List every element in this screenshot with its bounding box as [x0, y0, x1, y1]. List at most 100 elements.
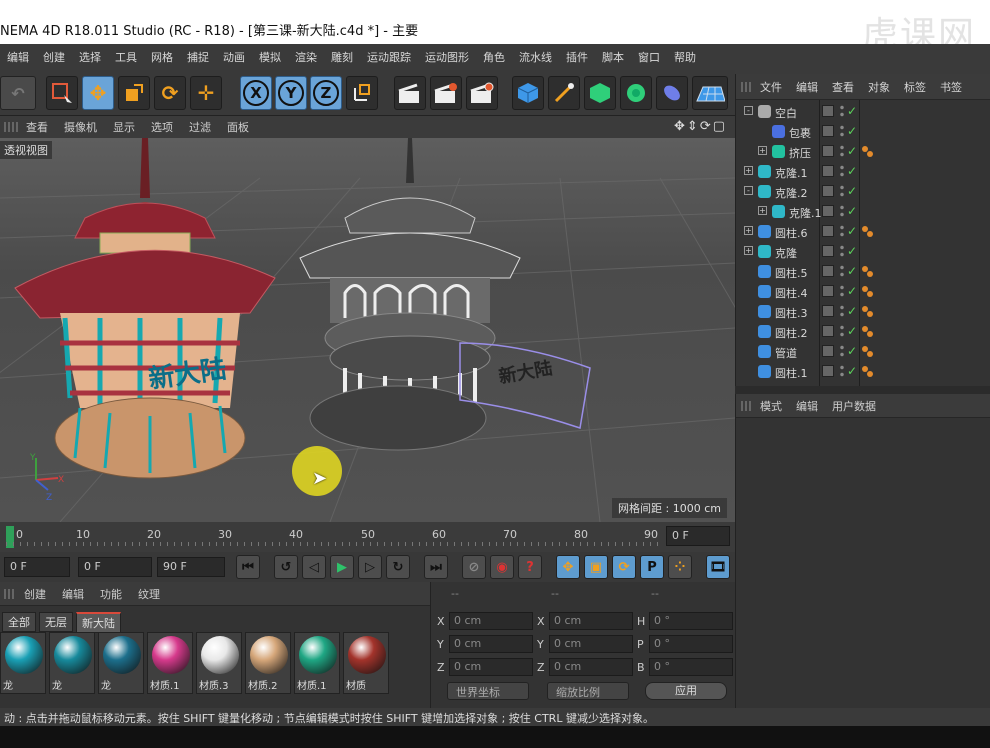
play-icon[interactable]: ▶ [330, 555, 354, 579]
material-swatch[interactable]: 材质.2 [245, 632, 291, 694]
object-menu-tags[interactable]: 标签 [897, 79, 933, 95]
visibility-dots-icon[interactable] [840, 124, 844, 139]
material-swatch[interactable]: 龙 [0, 632, 46, 694]
layer-color-icon[interactable] [822, 365, 834, 377]
visibility-dots-icon[interactable] [840, 144, 844, 159]
viewport-menu-options[interactable]: 选项 [143, 119, 181, 135]
layer-color-icon[interactable] [822, 305, 834, 317]
layer-color-icon[interactable] [822, 245, 834, 257]
material-menu-function[interactable]: 功能 [92, 586, 130, 602]
size-z-field[interactable]: 0 cm [549, 658, 633, 676]
rotate-tool-icon[interactable]: ⟳ [154, 76, 186, 110]
layer-color-icon[interactable] [822, 185, 834, 197]
tab-no-layer[interactable]: 无层 [39, 612, 73, 632]
expand-toggle-icon[interactable]: + [744, 226, 753, 235]
material-swatch[interactable]: 材质.1 [147, 632, 193, 694]
visibility-dots-icon[interactable] [840, 244, 844, 259]
viewport-menu-view[interactable]: 查看 [18, 119, 56, 135]
render-settings-icon[interactable] [466, 76, 498, 110]
cube-icon[interactable] [512, 76, 544, 110]
live-selection-icon[interactable] [46, 76, 78, 110]
next-frame-icon[interactable]: ▷ [358, 555, 382, 579]
expand-toggle-icon[interactable]: + [758, 206, 767, 215]
key-point-level-icon[interactable]: ⁘ [668, 555, 692, 579]
object-row[interactable]: 圆柱.2 ✓ [736, 322, 990, 342]
menu-render[interactable]: 渲染 [288, 49, 324, 65]
record-active-icon[interactable]: ◉ [490, 555, 514, 579]
world-coordinates-dropdown[interactable]: 世界坐标 [447, 682, 529, 700]
viewport-navigation-icons[interactable]: ✥⇕⟳▢ [674, 119, 727, 134]
menu-create[interactable]: 创建 [36, 49, 72, 65]
material-menu-create[interactable]: 创建 [16, 586, 54, 602]
menu-pipeline[interactable]: 流水线 [512, 49, 559, 65]
visibility-dots-icon[interactable] [840, 364, 844, 379]
viewport-menu-filter[interactable]: 过滤 [181, 119, 219, 135]
material-swatch[interactable]: 龙 [49, 632, 95, 694]
apply-button[interactable]: 应用 [645, 682, 727, 700]
rotation-h-field[interactable]: 0 ° [649, 612, 733, 630]
layer-color-icon[interactable] [822, 225, 834, 237]
expand-toggle-icon[interactable]: - [744, 106, 753, 115]
material-swatch[interactable]: 材质.1 [294, 632, 340, 694]
tab-new-continent[interactable]: 新大陆 [76, 611, 121, 633]
render-view-icon[interactable] [394, 76, 426, 110]
tab-all[interactable]: 全部 [2, 612, 36, 632]
object-menu-view[interactable]: 查看 [825, 79, 861, 95]
viewport-menu-cameras[interactable]: 摄像机 [56, 119, 105, 135]
enabled-check-icon[interactable]: ✓ [847, 144, 857, 158]
phong-tag-icon[interactable] [862, 366, 876, 378]
visibility-dots-icon[interactable] [840, 344, 844, 359]
material-menu-edit[interactable]: 编辑 [54, 586, 92, 602]
key-scale-icon[interactable]: ▣ [584, 555, 608, 579]
object-row[interactable]: + 克隆 ✓ [736, 242, 990, 262]
visibility-dots-icon[interactable] [840, 184, 844, 199]
size-x-field[interactable]: 0 cm [549, 612, 633, 630]
deformer-icon[interactable] [656, 76, 688, 110]
rotation-b-field[interactable]: 0 ° [649, 658, 733, 676]
expand-toggle-icon[interactable]: - [744, 186, 753, 195]
phong-tag-icon[interactable] [862, 226, 876, 238]
position-z-field[interactable]: 0 cm [449, 658, 533, 676]
material-swatch[interactable]: 材质.3 [196, 632, 242, 694]
object-menu-bookmarks[interactable]: 书签 [933, 79, 969, 95]
recent-tool-icon[interactable]: ✛ [190, 76, 222, 110]
visibility-dots-icon[interactable] [840, 264, 844, 279]
enabled-check-icon[interactable]: ✓ [847, 104, 857, 118]
visibility-dots-icon[interactable] [840, 224, 844, 239]
menu-select[interactable]: 选择 [72, 49, 108, 65]
object-row[interactable]: + 圆柱.6 ✓ [736, 222, 990, 242]
floor-icon[interactable] [692, 76, 728, 110]
min-frame-field[interactable]: 0 F [78, 557, 152, 577]
menu-mograph[interactable]: 运动图形 [418, 49, 476, 65]
object-row[interactable]: + 克隆.1 ✓ [736, 202, 990, 222]
visibility-dots-icon[interactable] [840, 284, 844, 299]
expand-toggle-icon[interactable]: + [744, 166, 753, 175]
move-tool-icon[interactable]: ✥ [82, 76, 114, 110]
timeline-window-icon[interactable]: 🎞 [706, 555, 730, 579]
render-region-icon[interactable] [430, 76, 462, 110]
enabled-check-icon[interactable]: ✓ [847, 344, 857, 358]
phong-tag-icon[interactable] [862, 146, 876, 158]
y-axis-lock-icon[interactable]: Y [275, 76, 307, 110]
rotation-p-field[interactable]: 0 ° [649, 635, 733, 653]
phong-tag-icon[interactable] [862, 346, 876, 358]
material-swatch[interactable]: 龙 [98, 632, 144, 694]
previous-frame-icon[interactable]: ◁ [302, 555, 326, 579]
menu-tools[interactable]: 工具 [108, 49, 144, 65]
go-to-end-icon[interactable]: ⏭ [424, 555, 448, 579]
enabled-check-icon[interactable]: ✓ [847, 244, 857, 258]
object-row[interactable]: 圆柱.5 ✓ [736, 262, 990, 282]
viewport-menu-panel[interactable]: 面板 [219, 119, 257, 135]
expand-toggle-icon[interactable]: + [758, 146, 767, 155]
enabled-check-icon[interactable]: ✓ [847, 204, 857, 218]
enabled-check-icon[interactable]: ✓ [847, 304, 857, 318]
position-x-field[interactable]: 0 cm [449, 612, 533, 630]
object-row[interactable]: 管道 ✓ [736, 342, 990, 362]
menu-snap[interactable]: 捕捉 [180, 49, 216, 65]
coordinate-system-icon[interactable] [346, 76, 378, 110]
enabled-check-icon[interactable]: ✓ [847, 184, 857, 198]
visibility-dots-icon[interactable] [840, 104, 844, 119]
menu-script[interactable]: 脚本 [595, 49, 631, 65]
layer-color-icon[interactable] [822, 285, 834, 297]
object-row[interactable]: 圆柱.3 ✓ [736, 302, 990, 322]
